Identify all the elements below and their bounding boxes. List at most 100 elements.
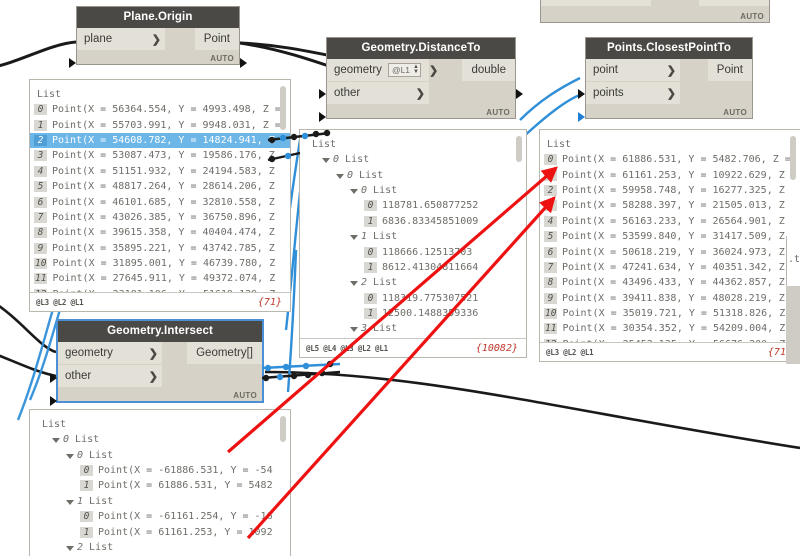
node-partial-top[interactable]: AUTO xyxy=(540,0,770,23)
list-item[interactable]: 9Point(X = 35895.221, Y = 43742.785, Z xyxy=(30,241,290,256)
output-port-point[interactable]: Point xyxy=(195,28,239,50)
tree-item[interactable]: 112500.1488359336 xyxy=(300,306,526,321)
tree-item-index: 0 xyxy=(364,293,377,304)
list-item[interactable]: 1Point(X = 55703.991, Y = 9948.031, Z = xyxy=(30,117,290,132)
chevron-down-icon[interactable] xyxy=(66,500,74,505)
tree-item[interactable]: 0 List xyxy=(300,152,526,167)
scrollbar-thumb[interactable] xyxy=(280,86,286,130)
tree-item[interactable]: 0Point(X = -61886.531, Y = -54 xyxy=(30,463,290,478)
list-item[interactable]: 8Point(X = 39615.358, Y = 40404.474, Z xyxy=(30,225,290,240)
tree-item[interactable]: 2 List xyxy=(300,275,526,290)
scrollbar-thumb[interactable] xyxy=(516,136,522,162)
list-item[interactable]: 2Point(X = 54608.782, Y = 14824.941, Z xyxy=(30,133,290,148)
tree-item[interactable]: 0 List xyxy=(300,167,526,182)
preview-panel-right[interactable]: List 0Point(X = 61886.531, Y = 5482.706,… xyxy=(539,129,800,362)
list-item[interactable]: 6Point(X = 46101.685, Y = 32810.558, Z xyxy=(30,194,290,209)
input-port-other[interactable]: other ❯ xyxy=(327,82,429,104)
preview-rows-middle: List 0 List0 List0 List0118781.650877252… xyxy=(300,130,526,340)
chevron-down-icon[interactable] xyxy=(350,235,358,240)
node-points-closestpointto[interactable]: Points.ClosestPointTo point ❯ Point poin… xyxy=(585,37,753,119)
partial-scrollbar-right-edge[interactable] xyxy=(786,286,800,364)
preview-panel-left[interactable]: List 0Point(X = 56364.554, Y = 4993.498,… xyxy=(29,79,291,312)
scrollbar-thumb[interactable] xyxy=(280,416,286,442)
output-port-geometry-array[interactable]: Geometry[] xyxy=(187,342,262,364)
chevron-down-icon[interactable] xyxy=(66,454,74,459)
input-port-point[interactable]: point ❯ xyxy=(586,59,680,81)
input-port-partial[interactable] xyxy=(541,0,651,6)
tree-item[interactable]: 1 List xyxy=(30,494,290,509)
list-item[interactable]: 5Point(X = 53599.840, Y = 31417.509, Z xyxy=(540,229,800,244)
tree-item[interactable]: 1Point(X = 61161.253, Y = 1092 xyxy=(30,524,290,539)
output-label-geometry-array: Geometry[] xyxy=(196,347,253,359)
input-port-plane[interactable]: plane ❯ xyxy=(77,28,165,50)
tree-item[interactable]: 1Point(X = 61886.531, Y = 5482 xyxy=(30,478,290,493)
list-item[interactable]: 7Point(X = 47241.634, Y = 40351.342, Z xyxy=(540,260,800,275)
input-pin-geometry[interactable] xyxy=(50,373,57,383)
list-item[interactable]: 4Point(X = 51151.932, Y = 24194.583, Z xyxy=(30,164,290,179)
list-item[interactable]: 6Point(X = 50618.219, Y = 36024.973, Z xyxy=(540,244,800,259)
node-geometry-intersect[interactable]: Geometry.Intersect geometry ❯ Geometry[]… xyxy=(56,319,264,403)
chevron-down-icon[interactable] xyxy=(336,174,344,179)
tree-item[interactable]: 18612.41304811664 xyxy=(300,260,526,275)
chevron-down-icon[interactable] xyxy=(52,438,60,443)
spinner-icon[interactable]: ▲▼ xyxy=(413,65,419,75)
output-pin-double[interactable] xyxy=(516,89,523,99)
input-port-other[interactable]: other ❯ xyxy=(58,365,162,387)
input-port-geometry[interactable]: geometry @L1 ▲▼ ❯ xyxy=(327,59,429,81)
list-item[interactable]: 0Point(X = 56364.554, Y = 4993.498, Z = xyxy=(30,102,290,117)
dynamo-canvas[interactable]: Plane.Origin plane ❯ Point AUTO Geometry… xyxy=(0,0,800,556)
list-item-index: 7 xyxy=(544,262,557,273)
list-item-index: 0 xyxy=(544,154,557,165)
list-item[interactable]: 3Point(X = 58288.397, Y = 21505.013, Z xyxy=(540,198,800,213)
list-item[interactable]: 5Point(X = 48817.264, Y = 28614.206, Z xyxy=(30,179,290,194)
tree-item[interactable]: 2 List xyxy=(30,540,290,555)
tree-item[interactable]: 0 List xyxy=(30,432,290,447)
list-item[interactable]: 10Point(X = 35019.721, Y = 51318.826, Z xyxy=(540,306,800,321)
list-item[interactable]: 3Point(X = 53087.473, Y = 19586.176, Z xyxy=(30,148,290,163)
chevron-down-icon[interactable] xyxy=(66,546,74,551)
list-item[interactable]: 11Point(X = 27645.911, Y = 49372.074, Z xyxy=(30,271,290,286)
node-geometry-distanceto[interactable]: Geometry.DistanceTo geometry @L1 ▲▼ ❯ do… xyxy=(326,37,516,119)
list-item[interactable]: 4Point(X = 56163.233, Y = 26564.901, Z xyxy=(540,214,800,229)
input-pin-other[interactable] xyxy=(319,112,326,122)
tree-item[interactable]: 0118319.775307521 xyxy=(300,291,526,306)
list-item[interactable]: 2Point(X = 59958.748, Y = 16277.325, Z xyxy=(540,183,800,198)
list-item[interactable]: 0Point(X = 61886.531, Y = 5482.706, Z = xyxy=(540,152,800,167)
chevron-down-icon[interactable] xyxy=(350,189,358,194)
tree-item[interactable]: 0Point(X = -61161.254, Y = -16 xyxy=(30,509,290,524)
input-pin-points[interactable] xyxy=(578,112,585,122)
output-port-double[interactable]: double xyxy=(462,59,515,81)
tree-item-label: 2 List xyxy=(361,277,397,288)
node-plane-origin[interactable]: Plane.Origin plane ❯ Point AUTO xyxy=(76,6,240,65)
input-pin-other[interactable] xyxy=(50,396,57,406)
list-item[interactable]: 1Point(X = 61161.253, Y = 10922.629, Z xyxy=(540,167,800,182)
tree-item[interactable]: 0 List xyxy=(30,447,290,462)
input-port-geometry[interactable]: geometry ❯ xyxy=(58,342,162,364)
list-item[interactable]: 9Point(X = 39411.838, Y = 48028.219, Z xyxy=(540,291,800,306)
output-port-point[interactable]: Point xyxy=(708,59,752,81)
list-level-selector[interactable]: @L1 ▲▼ xyxy=(388,63,421,77)
list-item[interactable]: 11Point(X = 30354.352, Y = 54209.004, Z xyxy=(540,321,800,336)
chevron-down-icon[interactable] xyxy=(350,281,358,286)
chevron-down-icon[interactable] xyxy=(350,327,358,332)
input-pin-geometry[interactable] xyxy=(319,89,326,99)
list-item[interactable]: 7Point(X = 43026.385, Y = 36750.896, Z xyxy=(30,210,290,225)
list-item[interactable]: 10Point(X = 31895.001, Y = 46739.780, Z xyxy=(30,256,290,271)
tree-item[interactable]: 0 List xyxy=(300,183,526,198)
tree-item[interactable]: 16836.83345851009 xyxy=(300,214,526,229)
chevron-down-icon[interactable] xyxy=(322,158,330,163)
tree-item-type: List xyxy=(89,496,113,507)
tree-item[interactable]: 0118781.650877252 xyxy=(300,198,526,213)
tree-item[interactable]: 3 List xyxy=(300,321,526,336)
output-port-partial[interactable] xyxy=(699,0,769,6)
scrollbar-thumb[interactable] xyxy=(790,136,796,180)
input-port-points[interactable]: points ❯ xyxy=(586,82,680,104)
tree-item[interactable]: 1 List xyxy=(300,229,526,244)
tree-item[interactable]: 0118666.12513703 xyxy=(300,244,526,259)
preview-panel-middle[interactable]: List 0 List0 List0 List0118781.650877252… xyxy=(299,129,527,358)
output-pin-point[interactable] xyxy=(240,58,247,68)
input-pin-plane[interactable] xyxy=(69,58,76,68)
list-item[interactable]: 8Point(X = 43496.433, Y = 44362.857, Z xyxy=(540,275,800,290)
preview-panel-bottom[interactable]: List 0 List0 List0Point(X = -61886.531, … xyxy=(29,409,291,556)
input-pin-point[interactable] xyxy=(578,89,585,99)
